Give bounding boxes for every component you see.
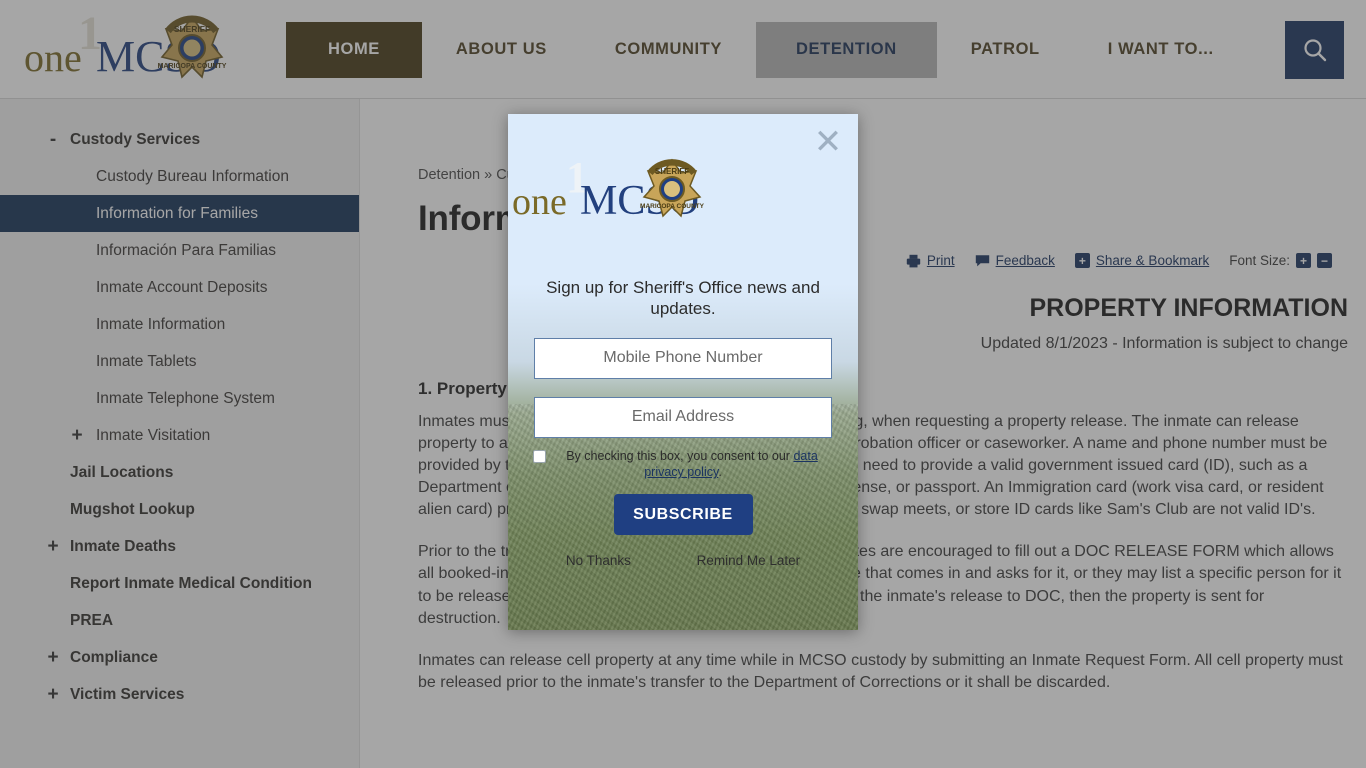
share-label: Share & Bookmark [1095,253,1210,268]
sidebar-item-inmate-telephone-system[interactable]: Inmate Telephone System [0,380,359,417]
sidebar-item-label: Compliance [70,648,158,666]
sidebar-item-label: Jail Locations [70,463,174,481]
sidebar-item-label: Mugshot Lookup [70,500,195,518]
sidebar-item-informacion-para-familias[interactable]: Información Para Familias [0,232,359,269]
nav-item-patrol[interactable]: PATROL [937,22,1074,78]
sidebar-item-compliance[interactable]: + Compliance [0,639,359,676]
sidebar-item-victim-services[interactable]: + Victim Services [0,676,359,713]
remind-me-later-button[interactable]: Remind Me Later [697,553,801,568]
collapse-toggle-icon[interactable]: - [46,130,60,149]
expand-toggle-icon[interactable]: + [46,685,60,704]
newsletter-signup-modal: ✕ 1 one MCSO SHERIFF MARICOPA COUNTY Sig… [508,114,858,630]
svg-text:one: one [512,181,567,223]
page-root: 1 one MCSO SHERIFF MARICOPA COUNTY HOME … [0,0,1366,768]
search-button[interactable] [1285,21,1344,79]
sidebar-item-label: Inmate Information [96,315,226,333]
close-icon[interactable]: ✕ [812,125,844,159]
feedback-button[interactable]: Feedback [975,253,1055,268]
nav-item-home[interactable]: HOME [286,21,422,78]
consent-checkbox[interactable] [533,449,546,463]
sidebar-item-label: Report Inmate Medical Condition [70,574,312,592]
svg-text:MARICOPA COUNTY: MARICOPA COUNTY [640,203,705,210]
sidebar-item-custody-services[interactable]: - Custody Services [0,121,359,158]
sidebar-item-inmate-account-deposits[interactable]: Inmate Account Deposits [0,269,359,306]
nav-item-i-want-to[interactable]: I WANT TO... [1074,22,1248,78]
nav-item-about-us[interactable]: ABOUT US [422,22,581,78]
sidebar-item-label: Information for Families [96,204,258,222]
sidebar-item-label: Inmate Visitation [96,426,211,444]
sidebar-item-report-inmate-medical-condition[interactable]: Report Inmate Medical Condition [0,565,359,602]
plus-square-icon: + [1074,253,1090,268]
sidebar-item-custody-bureau-information[interactable]: Custody Bureau Information [0,158,359,195]
consent-text-before: By checking this box, you consent to our [566,448,794,463]
onemcso-logo-icon: 1 one MCSO SHERIFF MARICOPA COUNTY [24,9,227,81]
consent-text-after: . [718,465,722,480]
font-size-control: Font Size: + − [1229,253,1332,268]
printer-icon [906,254,921,267]
consent-row: By checking this box, you consent to our… [533,448,833,481]
svg-text:MARICOPA COUNTY: MARICOPA COUNTY [158,63,227,70]
feedback-label: Feedback [995,253,1055,268]
site-header: 1 one MCSO SHERIFF MARICOPA COUNTY HOME … [0,0,1366,99]
sidebar-item-inmate-visitation[interactable]: + Inmate Visitation [0,417,359,454]
mobile-phone-input[interactable] [534,337,832,379]
expand-toggle-icon[interactable]: + [46,648,60,667]
sidebar-item-mugshot-lookup[interactable]: Mugshot Lookup [0,491,359,528]
sidebar-item-label: Custody Services [70,130,201,148]
sidebar-item-inmate-tablets[interactable]: Inmate Tablets [0,343,359,380]
sidebar-item-inmate-information[interactable]: Inmate Information [0,306,359,343]
site-logo[interactable]: 1 one MCSO SHERIFF MARICOPA COUNTY [18,8,248,92]
font-size-label: Font Size: [1229,253,1290,268]
search-icon [1303,39,1326,62]
sidebar-item-label: Inmate Tablets [96,352,197,370]
sidebar-item-label: Inmate Account Deposits [96,278,268,296]
subscribe-button[interactable]: SUBSCRIBE [613,494,753,536]
font-decrease-button[interactable]: − [1317,253,1332,268]
modal-logo-icon: 1 one MCSO SHERIFF MARICOPA COUNTY [512,153,705,224]
svg-text:one: one [24,35,82,80]
sidebar-item-label: Inmate Deaths [70,537,176,555]
sidebar-item-inmate-deaths[interactable]: + Inmate Deaths [0,528,359,565]
sidebar-item-label: Victim Services [70,685,185,703]
comment-bubble-icon [975,254,989,266]
nav-item-detention[interactable]: DETENTION [756,21,937,78]
email-address-input[interactable] [534,396,832,438]
share-bookmark-button[interactable]: + Share & Bookmark [1074,253,1210,268]
nav-item-community[interactable]: COMMUNITY [581,22,756,78]
no-thanks-button[interactable]: No Thanks [566,553,631,568]
sidebar-item-label: Información Para Familias [96,241,277,259]
sidebar-item-prea[interactable]: PREA [0,602,359,639]
font-increase-button[interactable]: + [1296,253,1311,268]
sidebar-item-information-for-families[interactable]: Information for Families [0,195,359,232]
sidebar-item-label: PREA [70,611,114,629]
sidebar-item-jail-locations[interactable]: Jail Locations [0,454,359,491]
modal-message: Sign up for Sheriff's Office news and up… [546,278,820,319]
svg-text:SHERIFF: SHERIFF [655,167,689,176]
expand-toggle-icon[interactable]: + [46,537,60,556]
svg-text:SHERIFF: SHERIFF [174,24,210,34]
sidebar-item-label: Inmate Telephone System [96,389,275,407]
sidebar-navigation: - Custody Services Custody Bureau Inform… [0,99,360,768]
print-label: Print [926,253,955,268]
sidebar-item-label: Custody Bureau Information [96,167,289,185]
print-button[interactable]: Print [906,253,955,268]
expand-toggle-icon[interactable]: + [70,426,84,445]
modal-footer-actions: No Thanks Remind Me Later [533,553,833,568]
main-navigation: HOME ABOUT US COMMUNITY DETENTION PATROL… [286,0,1248,99]
paragraph-cell-property: Inmates can release cell property at any… [418,651,1343,691]
